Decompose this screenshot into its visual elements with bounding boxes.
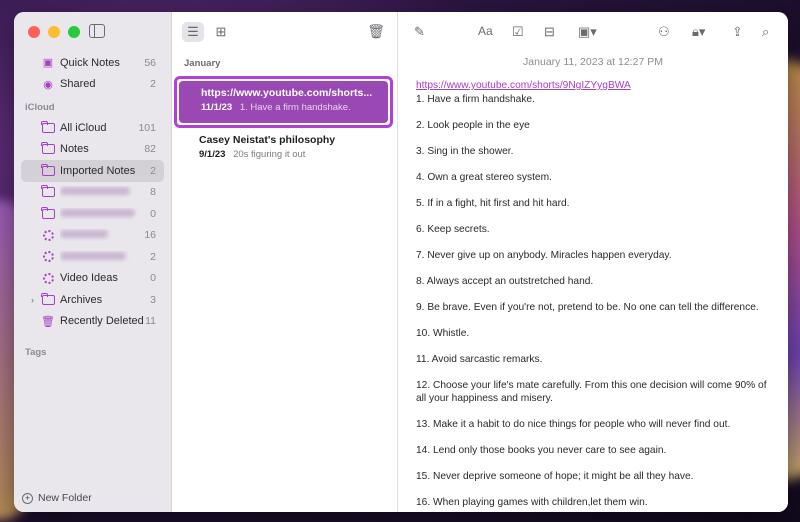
highlight-box: https://www.youtube.com/shorts... 11/1/2…	[174, 76, 393, 128]
note-list-toolbar: ☰ ⊞ 🗑	[172, 12, 397, 52]
note-line: 15. Never deprive someone of hope; it mi…	[416, 471, 694, 482]
collaborate-icon[interactable]: ⚇	[658, 24, 670, 40]
zoom-window-button[interactable]	[68, 26, 80, 38]
new-folder-button[interactable]: + New Folder	[22, 492, 92, 504]
sidebar-item-quick-notes[interactable]: ▣ Quick Notes 56	[21, 52, 164, 74]
grid-icon: ⊞	[215, 24, 227, 39]
redacted-label	[60, 208, 135, 217]
shared-icon: ◉	[43, 78, 53, 91]
checklist-icon[interactable]: ☑	[512, 24, 524, 40]
close-window-button[interactable]	[28, 26, 40, 38]
folder-icon	[41, 185, 55, 198]
folder-list: ▣ Quick Notes 56 ◉ Shared 2 iCloud All i…	[14, 52, 171, 362]
list-view-button[interactable]: ☰	[182, 22, 204, 42]
smart-folder-icon	[42, 251, 54, 263]
month-header: January	[184, 58, 221, 69]
sidebar-item-hidden-smart-folder-1[interactable]: 16	[21, 225, 164, 247]
compose-icon[interactable]: ✎	[414, 24, 425, 40]
chevron-right-icon[interactable]: ›	[31, 295, 34, 305]
note-item-selected[interactable]: https://www.youtube.com/shorts... 11/1/2…	[179, 81, 388, 123]
search-icon[interactable]: ⌕	[762, 24, 769, 40]
tags-section-header: Tags	[25, 347, 47, 358]
note-line: 9. Be brave. Even if you're not, pretend…	[416, 302, 759, 313]
folder-icon	[41, 292, 55, 305]
note-list: ☰ ⊞ 🗑 January https://www.youtube.com/sh…	[172, 12, 398, 512]
note-body[interactable]: https://www.youtube.com/shorts/9NgIZYygB…	[398, 76, 788, 509]
folder-icon	[41, 142, 55, 155]
icloud-section-header: iCloud	[25, 102, 55, 113]
sidebar-item-hidden-folder-2[interactable]: 0	[21, 203, 164, 225]
quick-notes-icon: ▣	[42, 57, 54, 70]
sidebar-item-hidden-folder-1[interactable]: 8	[21, 182, 164, 204]
gallery-view-button[interactable]: ⊞	[210, 22, 232, 42]
sidebar-item-shared[interactable]: ◉ Shared 2	[21, 74, 164, 96]
media-icon[interactable]: ▣▾	[578, 24, 597, 40]
sidebar-toggle-icon[interactable]	[89, 24, 105, 38]
note-link[interactable]: https://www.youtube.com/shorts/9NgIZYygB…	[416, 80, 776, 92]
table-icon[interactable]: ⊟	[544, 24, 555, 40]
format-button[interactable]: Aa	[478, 24, 493, 38]
sidebar: ▣ Quick Notes 56 ◉ Shared 2 iCloud All i…	[14, 12, 172, 512]
window-controls	[28, 26, 80, 38]
note-editor: ✎ Aa ☑ ⊟ ▣▾ ⚇ 🔒︎▾ ⇪ ⌕ January 11, 2023 a…	[398, 12, 788, 512]
note-date: January 11, 2023 at 12:27 PM	[523, 56, 663, 68]
share-icon[interactable]: ⇪	[732, 24, 743, 40]
sidebar-item-recently-deleted[interactable]: 🗑 Recently Deleted 11	[21, 311, 164, 333]
list-icon: ☰	[187, 24, 199, 39]
lock-icon[interactable]: 🔒︎▾	[692, 24, 705, 40]
note-line: 2. Look people in the eye	[416, 120, 530, 131]
note-line: 11. Avoid sarcastic remarks.	[416, 354, 543, 365]
note-line: 13. Make it a habit to do nice things fo…	[416, 419, 731, 430]
minimize-window-button[interactable]	[48, 26, 60, 38]
note-line: 1. Have a firm handshake.	[416, 94, 535, 105]
redacted-label	[60, 251, 126, 260]
note-line: 10. Whistle.	[416, 328, 470, 339]
sidebar-item-archives[interactable]: › Archives 3	[21, 289, 164, 311]
smart-folder-icon	[42, 229, 54, 241]
note-line: 7. Never give up on anybody. Miracles ha…	[416, 250, 672, 261]
note-line: 6. Keep secrets.	[416, 224, 490, 235]
sidebar-item-notes[interactable]: Notes 82	[21, 139, 164, 161]
note-item[interactable]: Casey Neistat's philosophy 9/1/23 20s fi…	[172, 128, 397, 168]
folder-icon	[41, 206, 55, 219]
sidebar-item-imported-notes[interactable]: Imported Notes 2	[21, 160, 164, 182]
plus-icon: +	[22, 492, 33, 504]
notes-window: ▣ Quick Notes 56 ◉ Shared 2 iCloud All i…	[14, 12, 788, 512]
note-line: 14. Lend only those books you never care…	[416, 445, 667, 456]
trash-icon: 🗑	[41, 315, 55, 328]
sidebar-item-all-icloud[interactable]: All iCloud 101	[21, 117, 164, 139]
folder-icon	[41, 120, 55, 133]
note-line: 5. If in a fight, hit first and hit hard…	[416, 198, 570, 209]
note-line: 16. When playing games with children,let…	[416, 497, 648, 508]
redacted-label	[60, 187, 130, 196]
smart-folder-icon	[42, 272, 54, 284]
folder-icon	[41, 163, 55, 176]
note-line: 12. Choose your life's mate carefully. F…	[416, 380, 767, 404]
sidebar-item-hidden-smart-folder-2[interactable]: 2	[21, 246, 164, 268]
redacted-label	[60, 230, 108, 239]
note-line: 8. Always accept an outstretched hand.	[416, 276, 594, 287]
sidebar-item-video-ideas[interactable]: Video Ideas 0	[21, 268, 164, 290]
editor-toolbar: ✎ Aa ☑ ⊟ ▣▾ ⚇ 🔒︎▾ ⇪ ⌕	[398, 12, 788, 52]
delete-note-button[interactable]: 🗑	[367, 23, 385, 40]
note-line: 3. Sing in the shower.	[416, 146, 514, 157]
note-line: 4. Own a great stereo system.	[416, 172, 552, 183]
